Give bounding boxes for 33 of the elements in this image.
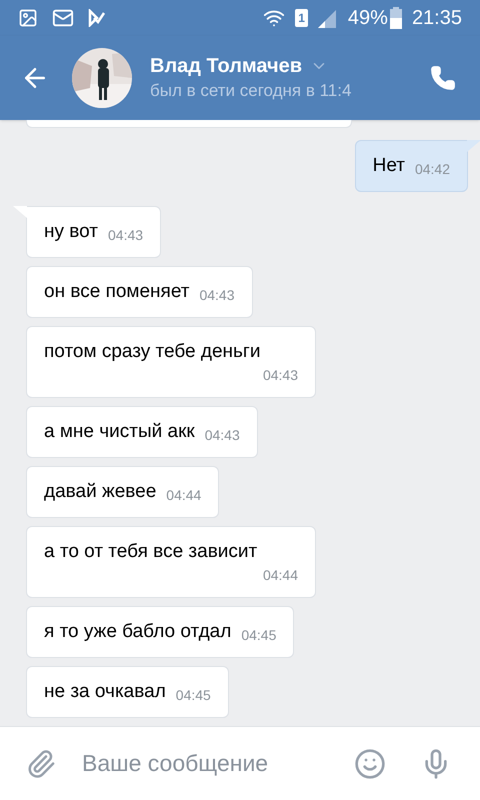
message-time: 04:42 (414, 160, 450, 179)
message-time: 04:43 (262, 366, 298, 385)
message-time: 04:43 (199, 286, 235, 305)
message-time: 04:44 (166, 486, 202, 505)
emoji-icon[interactable] (354, 748, 386, 780)
check-icon (88, 9, 106, 27)
contact-name[interactable]: Влад Толмачев (150, 53, 302, 79)
message-text: потом сразу тебе деньги (44, 340, 260, 364)
clock: 21:35 (412, 6, 462, 31)
message-time: 04:45 (176, 686, 211, 705)
call-button[interactable] (430, 65, 456, 91)
message-text: а то от тебя все зависит (44, 540, 258, 564)
picture-icon (18, 8, 38, 28)
attach-icon[interactable] (26, 748, 56, 778)
message-time: 04:43 (108, 226, 144, 245)
signal-icon (316, 8, 338, 28)
message-composer[interactable]: Ваше сообщение (0, 726, 480, 800)
last-seen-status: был в сети сегодня в 11:4 (150, 80, 352, 102)
mail-icon (52, 7, 74, 29)
message-input[interactable]: Ваше сообщение (82, 746, 354, 781)
battery-icon (390, 7, 402, 29)
message-text: а мне чистый акк (44, 420, 195, 444)
message-text: я то уже бабло отдал (44, 620, 232, 644)
message-text: Нет (372, 154, 405, 178)
battery-percent: 49% (348, 6, 388, 31)
message-text: он все поменяет (44, 280, 190, 304)
message-time: 04:44 (262, 566, 298, 585)
message-time: 04:43 (204, 426, 240, 445)
message-text: не за очкавал (44, 680, 166, 704)
message-time: 04:45 (241, 626, 276, 645)
message-text: ну вот (44, 220, 98, 244)
message-text: давай жевее (44, 480, 156, 504)
sim-indicator: 1 (295, 9, 308, 27)
